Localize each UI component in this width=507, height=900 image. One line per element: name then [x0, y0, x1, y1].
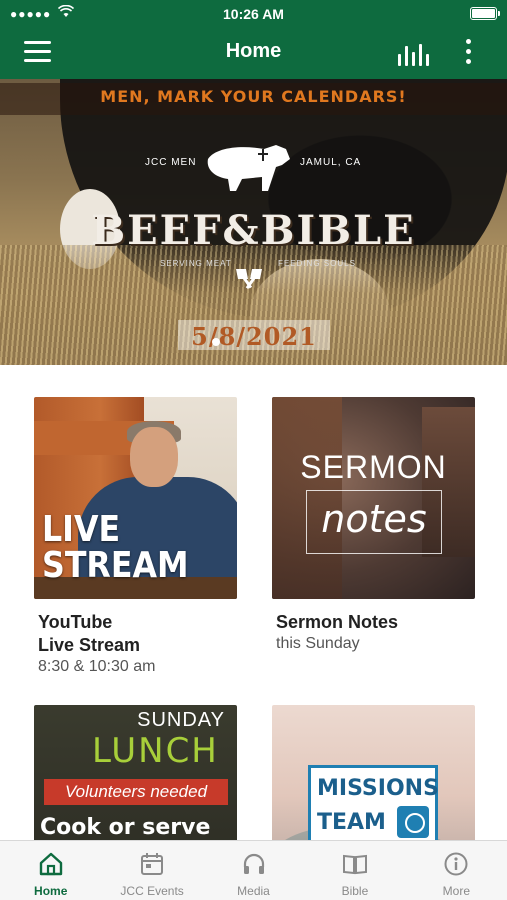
tab-bible[interactable]: Bible — [304, 841, 405, 900]
carousel-page-indicator — [212, 338, 220, 346]
tab-media[interactable]: Media — [203, 841, 304, 900]
tab-label: More — [442, 884, 470, 898]
sermon-notes-image: SERMON notes — [272, 397, 475, 599]
live-image-text-2: STREAM — [42, 545, 189, 586]
tab-more[interactable]: More — [406, 841, 507, 900]
sermon-image-text-2: notes — [321, 497, 427, 541]
tab-home[interactable]: Home — [0, 841, 101, 900]
page-title: Home — [225, 40, 282, 62]
lunch-image-text-2: LUNCH — [92, 731, 219, 771]
banner-tagline-right: FEEDING SOULS — [278, 259, 356, 268]
status-time: 10:26 AM — [223, 6, 284, 22]
tile-subtitle: this Sunday — [276, 635, 360, 652]
sermon-image-text-1: SERMON — [300, 449, 447, 485]
tab-jcc-events[interactable]: JCC Events — [101, 841, 202, 900]
banner-title: BEEF&BIBLE — [91, 207, 416, 254]
nav-bar: Home — [0, 26, 507, 79]
cleaver-icon — [236, 269, 262, 290]
calendar-icon — [141, 853, 164, 875]
audio-bars-icon[interactable] — [398, 40, 430, 66]
status-bar: ●●●●● 10:26 AM — [0, 0, 507, 26]
app-header: ●●●●● 10:26 AM Home — [0, 0, 507, 79]
more-vertical-icon[interactable] — [462, 39, 474, 67]
tab-label: Home — [34, 884, 68, 898]
banner-date: 5/8/2021 — [191, 322, 317, 351]
tab-label: Media — [237, 884, 270, 898]
lunch-image-text-3: Volunteers needed — [44, 779, 228, 805]
banner-date-box: 5/8/2021 — [178, 320, 330, 351]
banner-tagline-left: SERVING MEAT — [160, 259, 232, 268]
info-icon — [444, 852, 468, 876]
banner-headline: MEN, MARK YOUR CALENDARS! — [100, 87, 407, 106]
book-icon — [342, 854, 367, 875]
tab-label: Bible — [341, 884, 369, 898]
tile-sermon-notes[interactable]: SERMON notes Sermon Notes this Sunday — [272, 397, 475, 654]
live-stream-image: LIVE STREAM — [34, 397, 237, 599]
tile-title: YouTube Live Stream — [38, 611, 237, 657]
live-image-text-1: LIVE — [42, 509, 121, 550]
headphones-icon — [243, 853, 264, 874]
tab-bar: Home JCC Events Media Bible More — [0, 840, 507, 900]
missions-image-text-1: MISSIONS — [317, 776, 439, 801]
tile-title-line1: YouTube — [38, 612, 113, 632]
tile-subtitle: 8:30 & 10:30 am — [38, 658, 156, 675]
tab-label: JCC Events — [120, 884, 184, 898]
home-icon — [39, 852, 62, 876]
lunch-image-text-4: Cook or serve — [40, 815, 211, 840]
battery-icon — [470, 7, 500, 20]
featured-banner[interactable]: MEN, MARK YOUR CALENDARS! JCC MEN JAMUL,… — [0, 79, 507, 365]
tile-title-line2: Live Stream — [38, 635, 141, 655]
tile-title: Sermon Notes — [276, 612, 399, 632]
bull-icon — [207, 145, 290, 191]
banner-right-tag: JAMUL, CA — [300, 157, 362, 168]
banner-left-tag: JCC MEN — [145, 157, 197, 168]
globe-heart-icon — [397, 806, 429, 838]
lunch-image-text-1: SUNDAY — [137, 709, 225, 731]
tile-live-stream[interactable]: LIVE STREAM YouTube Live Stream 8:30 & 1… — [34, 397, 237, 677]
